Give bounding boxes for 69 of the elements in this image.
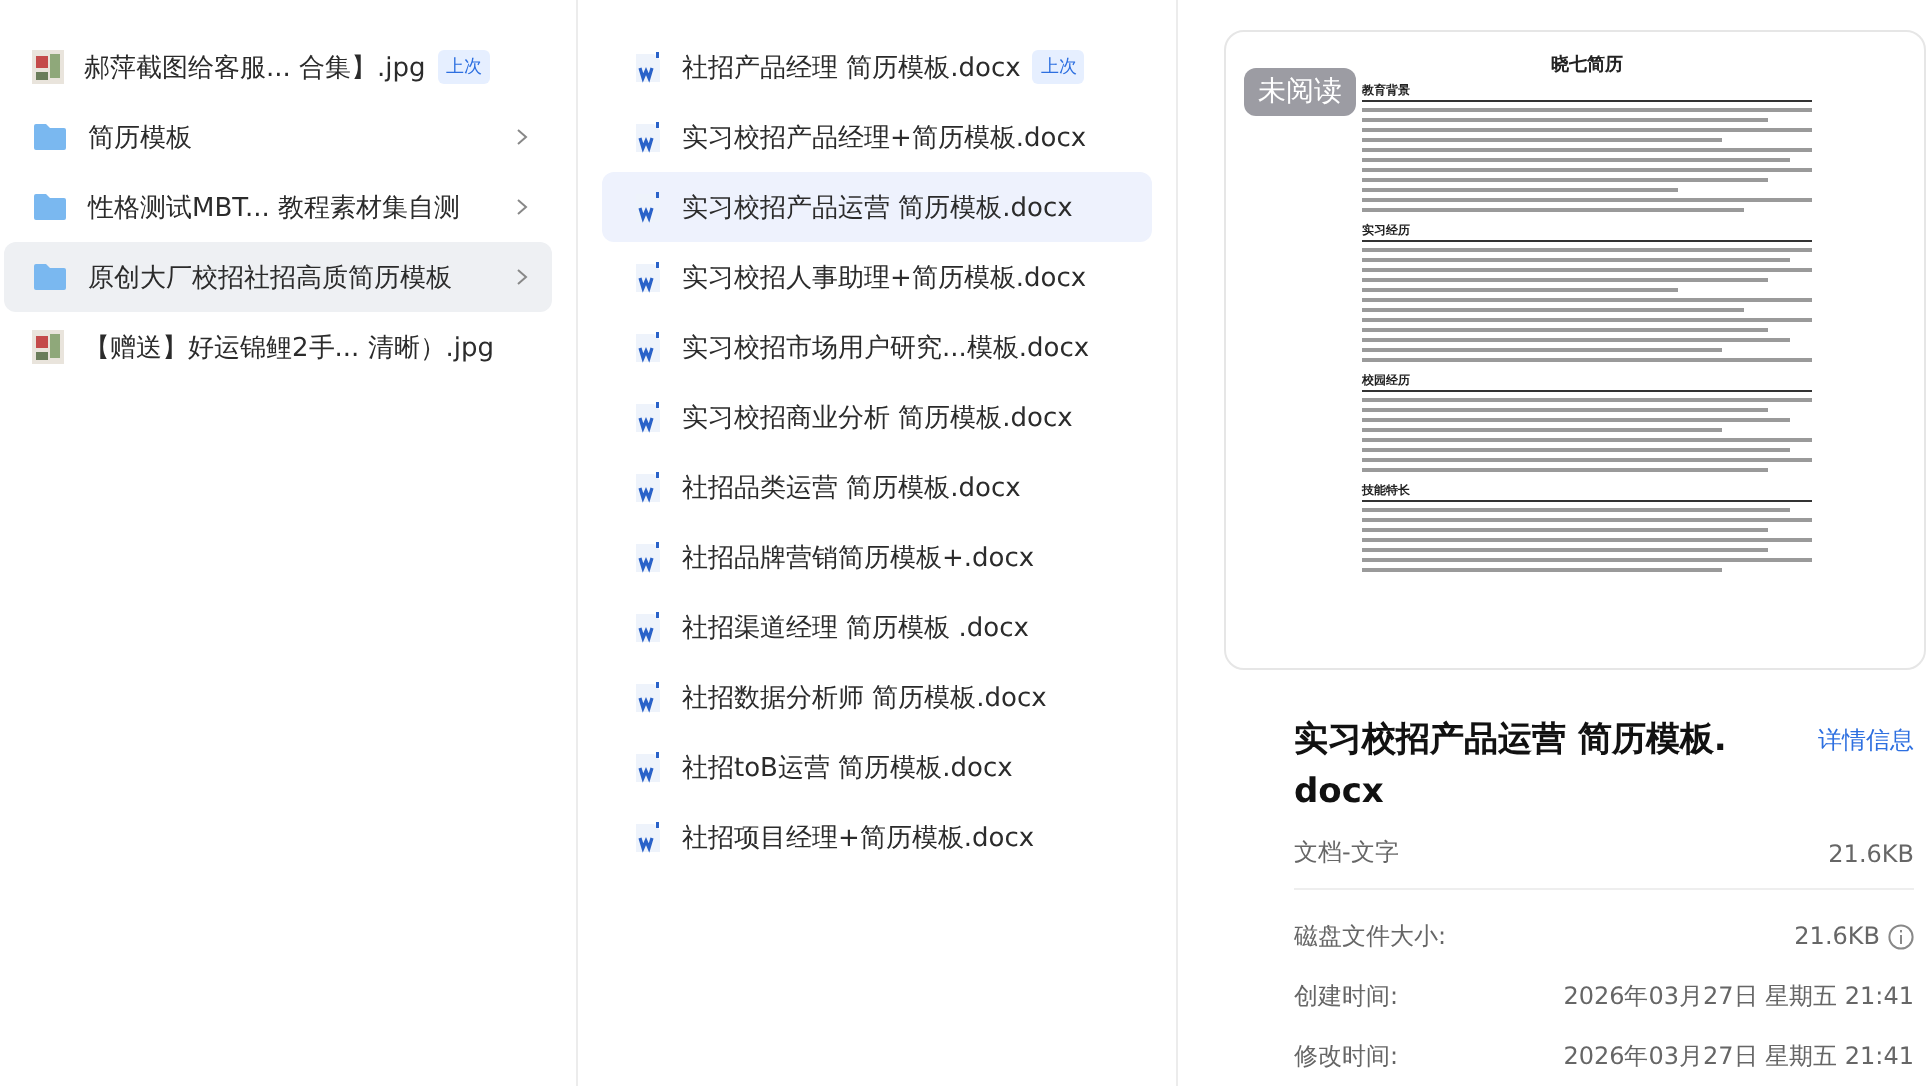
detail-label: 修改时间: <box>1294 1039 1399 1073</box>
document-title: 晓七简历 <box>1551 56 1623 78</box>
word-document-icon <box>634 681 662 713</box>
word-document-icon <box>634 821 662 853</box>
item-name: 性格测试MBT... 教程素材集自测 <box>88 191 461 225</box>
word-document-icon <box>634 121 662 153</box>
item-name: 实习校招人事助理+简历模板.docx <box>682 261 1087 295</box>
unread-badge: 未阅读 <box>1244 68 1356 116</box>
file-item[interactable]: 【赠送】好运锦鲤2手... 清晰）.jpg <box>4 312 552 382</box>
detail-label: 磁盘文件大小: <box>1294 919 1447 953</box>
file-item[interactable]: 郝萍截图给客服... 合集】.jpg 上次 <box>4 32 552 102</box>
item-name: 社招品类运营 简历模板.docx <box>682 471 1021 505</box>
file-item[interactable]: 社招产品经理 简历模板.docx 上次 <box>602 32 1152 102</box>
chevron-right-icon <box>516 198 528 216</box>
item-name: 郝萍截图给客服... 合集】.jpg <box>84 51 426 85</box>
detail-value: 21.6KB <box>1794 922 1880 950</box>
file-item[interactable]: 实习校招产品经理+简历模板.docx <box>602 102 1152 172</box>
item-name: 简历模板 <box>88 121 192 155</box>
item-name: 实习校招产品经理+简历模板.docx <box>682 121 1087 155</box>
file-title: 实习校招产品运营 简历模板.docx <box>1294 718 1729 816</box>
file-item[interactable]: 实习校招商业分析 简历模板.docx <box>602 382 1152 452</box>
file-item[interactable]: 社招品牌营销简历模板+.docx <box>602 522 1152 592</box>
word-document-icon <box>634 51 662 83</box>
detail-label: 创建时间: <box>1294 979 1399 1013</box>
word-document-icon <box>634 401 662 433</box>
word-document-icon <box>634 471 662 503</box>
detail-value: 2026年03月27日 星期五 21:41 <box>1563 1039 1914 1073</box>
folder-item[interactable]: 原创大厂校招社招高质简历模板 <box>4 242 552 312</box>
file-type: 文档-文字 <box>1294 836 1399 870</box>
item-name: 原创大厂校招社招高质简历模板 <box>88 261 452 295</box>
word-document-icon <box>634 331 662 363</box>
word-document-icon <box>634 191 662 223</box>
file-item[interactable]: 实习校招人事助理+简历模板.docx <box>602 242 1152 312</box>
last-opened-badge: 上次 <box>1032 50 1085 84</box>
folder-item[interactable]: 性格测试MBT... 教程素材集自测 <box>4 172 552 242</box>
image-thumbnail-icon <box>32 50 64 84</box>
file-item[interactable]: 社招toB运营 简历模板.docx <box>602 732 1152 802</box>
folder-icon <box>32 122 68 152</box>
item-name: 社招产品经理 简历模板.docx <box>682 51 1021 85</box>
word-document-icon <box>634 541 662 573</box>
details-link[interactable]: 详情信息 <box>1818 724 1914 758</box>
chevron-right-icon <box>516 268 528 286</box>
file-size: 21.6KB <box>1828 839 1914 867</box>
image-thumbnail-icon <box>32 330 64 364</box>
file-item[interactable]: 社招渠道经理 简历模板 .docx <box>602 592 1152 662</box>
item-name: 实习校招市场用户研究...模板.docx <box>682 331 1090 365</box>
file-item[interactable]: 实习校招产品运营 简历模板.docx <box>602 172 1152 242</box>
item-name: 社招项目经理+简历模板.docx <box>682 821 1035 855</box>
file-item[interactable]: 社招数据分析师 简历模板.docx <box>602 662 1152 732</box>
detail-value: 2026年03月27日 星期五 21:41 <box>1563 979 1914 1013</box>
word-document-icon <box>634 261 662 293</box>
item-name: 社招数据分析师 简历模板.docx <box>682 681 1047 715</box>
folder-item[interactable]: 简历模板 <box>4 102 552 172</box>
word-document-icon <box>634 611 662 643</box>
file-item[interactable]: 社招项目经理+简历模板.docx <box>602 802 1152 872</box>
item-name: 社招渠道经理 简历模板 .docx <box>682 611 1029 645</box>
info-icon[interactable] <box>1888 923 1914 949</box>
file-item[interactable]: 社招品类运营 简历模板.docx <box>602 452 1152 522</box>
chevron-right-icon <box>516 128 528 146</box>
item-name: 【赠送】好运锦鲤2手... 清晰）.jpg <box>84 331 495 365</box>
folder-icon <box>32 262 68 292</box>
file-item[interactable]: 实习校招市场用户研究...模板.docx <box>602 312 1152 382</box>
item-name: 社招品牌营销简历模板+.docx <box>682 541 1035 575</box>
item-name: 社招toB运营 简历模板.docx <box>682 751 1013 785</box>
last-opened-badge: 上次 <box>437 50 490 84</box>
item-name: 实习校招产品运营 简历模板.docx <box>682 191 1073 225</box>
word-document-icon <box>634 751 662 783</box>
folder-icon <box>32 192 68 222</box>
item-name: 实习校招商业分析 简历模板.docx <box>682 401 1073 435</box>
